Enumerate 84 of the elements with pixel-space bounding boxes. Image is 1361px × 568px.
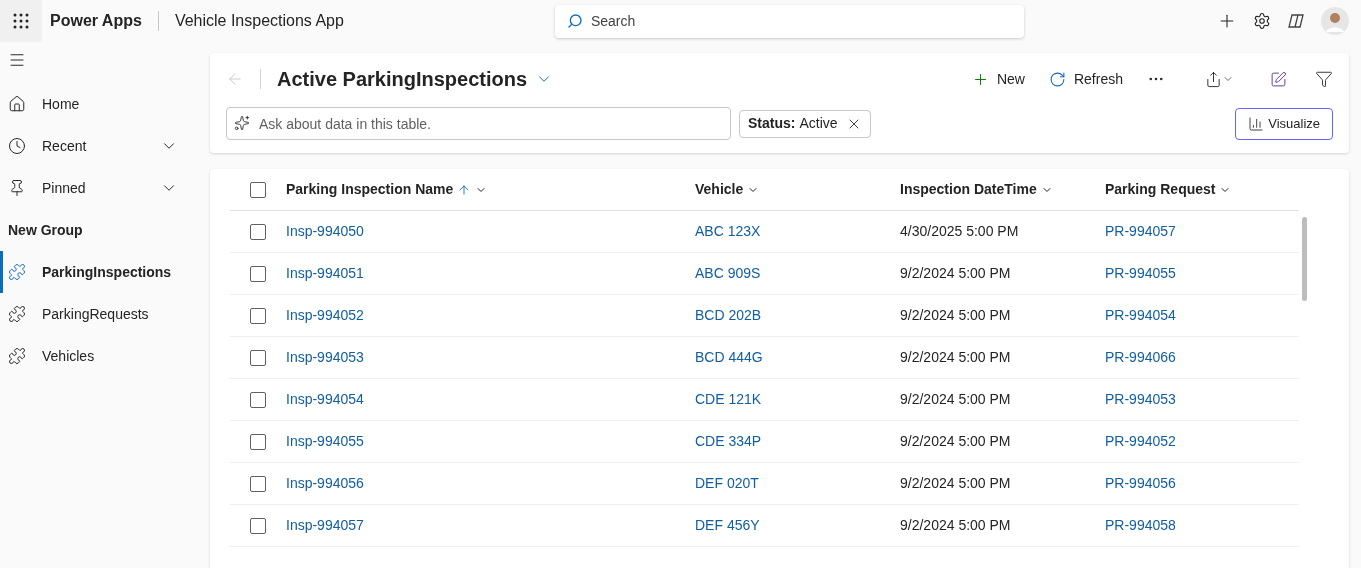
group-heading: New Group xyxy=(7,220,84,240)
column-header[interactable]: Inspection DateTime xyxy=(900,179,1105,200)
record-link[interactable]: CDE 334P xyxy=(695,431,900,452)
app-launcher-button[interactable] xyxy=(0,0,42,42)
record-link[interactable]: Insp-994057 xyxy=(286,515,695,536)
menu-icon[interactable] xyxy=(8,51,26,69)
record-link[interactable]: PR-994052 xyxy=(1105,431,1295,452)
row-checkbox[interactable] xyxy=(250,433,266,450)
row-checkbox[interactable] xyxy=(250,307,266,324)
record-link[interactable]: ABC 909S xyxy=(695,263,900,284)
column-label: Inspection DateTime xyxy=(900,180,1037,199)
record-link[interactable]: Insp-994054 xyxy=(286,389,695,410)
home-icon xyxy=(8,95,26,113)
table-cell-text: 9/2/2024 5:00 PM xyxy=(900,264,1012,283)
table-cell-text: 9/2/2024 5:00 PM xyxy=(900,432,1012,451)
waffle-icon xyxy=(13,13,29,29)
copilot-icon[interactable] xyxy=(1287,12,1305,30)
visualize-button[interactable]: Visualize xyxy=(1235,107,1333,140)
record-link[interactable]: PR-994055 xyxy=(1105,263,1295,284)
table-cell-text: 4/30/2025 5:00 PM xyxy=(900,222,1020,241)
record-link[interactable]: BCD 202B xyxy=(695,305,900,326)
nav-item[interactable]: Vehicles xyxy=(0,335,210,377)
record-link[interactable]: Insp-994055 xyxy=(286,431,695,452)
avatar[interactable] xyxy=(1321,7,1349,35)
search-field[interactable]: Search xyxy=(554,4,1024,38)
row-checkbox[interactable] xyxy=(250,475,266,492)
record-link[interactable]: PR-994054 xyxy=(1105,305,1295,326)
table-cell-text: 9/2/2024 5:00 PM xyxy=(900,306,1012,325)
record-link[interactable]: PR-994056 xyxy=(1105,473,1295,494)
column-header[interactable]: Parking Inspection Name xyxy=(286,179,695,200)
clock-icon xyxy=(8,137,26,155)
copilot-search-icon xyxy=(234,115,250,131)
filter-icon[interactable] xyxy=(1315,70,1333,88)
puzzle-icon xyxy=(8,305,26,323)
column-header[interactable]: Vehicle xyxy=(695,179,900,200)
record-link[interactable]: DEF 020T xyxy=(695,473,900,494)
nav-item[interactable]: ParkingRequests xyxy=(0,293,210,335)
nav-item[interactable]: Recent xyxy=(0,125,210,167)
puzzle-icon xyxy=(8,263,26,281)
record-link[interactable]: Insp-994053 xyxy=(286,347,695,368)
column-header[interactable]: Parking Request xyxy=(1105,179,1295,200)
record-link[interactable]: Insp-994056 xyxy=(286,473,695,494)
record-link[interactable]: PR-994058 xyxy=(1105,515,1295,536)
nav-item[interactable]: Pinned xyxy=(0,167,210,209)
table-cell-text: 9/2/2024 5:00 PM xyxy=(900,390,1012,409)
command-button[interactable]: New xyxy=(959,65,1037,93)
table-cell-text: 9/2/2024 5:00 PM xyxy=(900,474,1012,493)
filter-chip[interactable]: Status: Active xyxy=(739,109,871,138)
record-link[interactable]: CDE 121K xyxy=(695,389,900,410)
record-link[interactable]: BCD 444G xyxy=(695,347,900,368)
select-all-checkbox[interactable] xyxy=(250,181,266,198)
refresh-icon xyxy=(1048,70,1066,88)
column-label: Parking Inspection Name xyxy=(286,180,454,199)
column-label: Vehicle xyxy=(695,180,744,199)
row-checkbox[interactable] xyxy=(250,265,266,282)
table-cell-text: 9/2/2024 5:00 PM xyxy=(900,516,1012,535)
settings-icon[interactable] xyxy=(1253,12,1271,30)
view-title[interactable]: Active ParkingInspections xyxy=(277,64,528,94)
app-title: Vehicle Inspections App xyxy=(174,11,344,31)
chart-icon xyxy=(1248,115,1265,132)
search-icon xyxy=(566,12,583,29)
record-link[interactable]: DEF 456Y xyxy=(695,515,900,536)
pin-icon xyxy=(8,179,26,197)
row-checkbox[interactable] xyxy=(250,517,266,534)
record-link[interactable]: Insp-994052 xyxy=(286,305,695,326)
share-icon[interactable] xyxy=(1205,70,1222,88)
record-link[interactable]: PR-994053 xyxy=(1105,389,1295,410)
scrollbar[interactable] xyxy=(1302,217,1307,301)
record-link[interactable]: ABC 123X xyxy=(695,221,900,242)
edit-columns-icon[interactable] xyxy=(1270,70,1287,88)
record-link[interactable]: PR-994066 xyxy=(1105,347,1295,368)
record-link[interactable]: Insp-994050 xyxy=(286,221,695,242)
column-label: Parking Request xyxy=(1105,180,1216,199)
app-name[interactable]: Power Apps xyxy=(50,9,142,33)
record-link[interactable]: Insp-994051 xyxy=(286,263,695,284)
puzzle-icon xyxy=(8,347,26,365)
row-checkbox[interactable] xyxy=(250,349,266,366)
table-cell-text: 9/2/2024 5:00 PM xyxy=(900,348,1012,367)
row-checkbox[interactable] xyxy=(250,391,266,408)
nav-item[interactable]: Home xyxy=(0,83,210,125)
record-link[interactable]: PR-994057 xyxy=(1105,221,1295,242)
row-checkbox[interactable] xyxy=(250,223,266,240)
command-button[interactable]: Refresh xyxy=(1036,65,1135,93)
ask-field[interactable]: Ask about data in this table. xyxy=(226,107,731,140)
